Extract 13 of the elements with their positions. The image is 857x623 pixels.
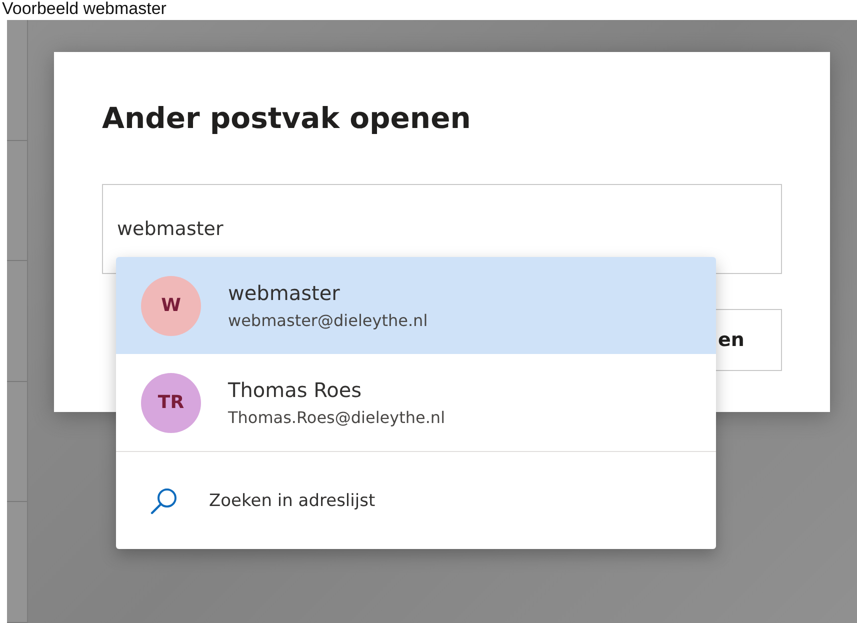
suggestion-item[interactable]: TR Thomas Roes Thomas.Roes@dieleythe.nl xyxy=(116,354,716,451)
open-button[interactable]: en xyxy=(716,309,782,371)
caption: Voorbeeld webmaster xyxy=(1,0,168,20)
suggestion-item[interactable]: W webmaster webmaster@dieleythe.nl xyxy=(116,257,716,354)
contact-name: webmaster xyxy=(228,281,341,305)
contact-name: Thomas Roes xyxy=(228,378,363,402)
dialog-title: Ander postvak openen xyxy=(102,100,472,137)
contact-email: Thomas.Roes@dieleythe.nl xyxy=(228,408,446,427)
contact-email: webmaster@dieleythe.nl xyxy=(228,311,428,330)
search-directory-item[interactable]: Zoeken in adreslijst xyxy=(116,451,716,549)
avatar: W xyxy=(141,276,201,336)
search-icon xyxy=(149,486,179,516)
avatar: TR xyxy=(141,372,201,432)
